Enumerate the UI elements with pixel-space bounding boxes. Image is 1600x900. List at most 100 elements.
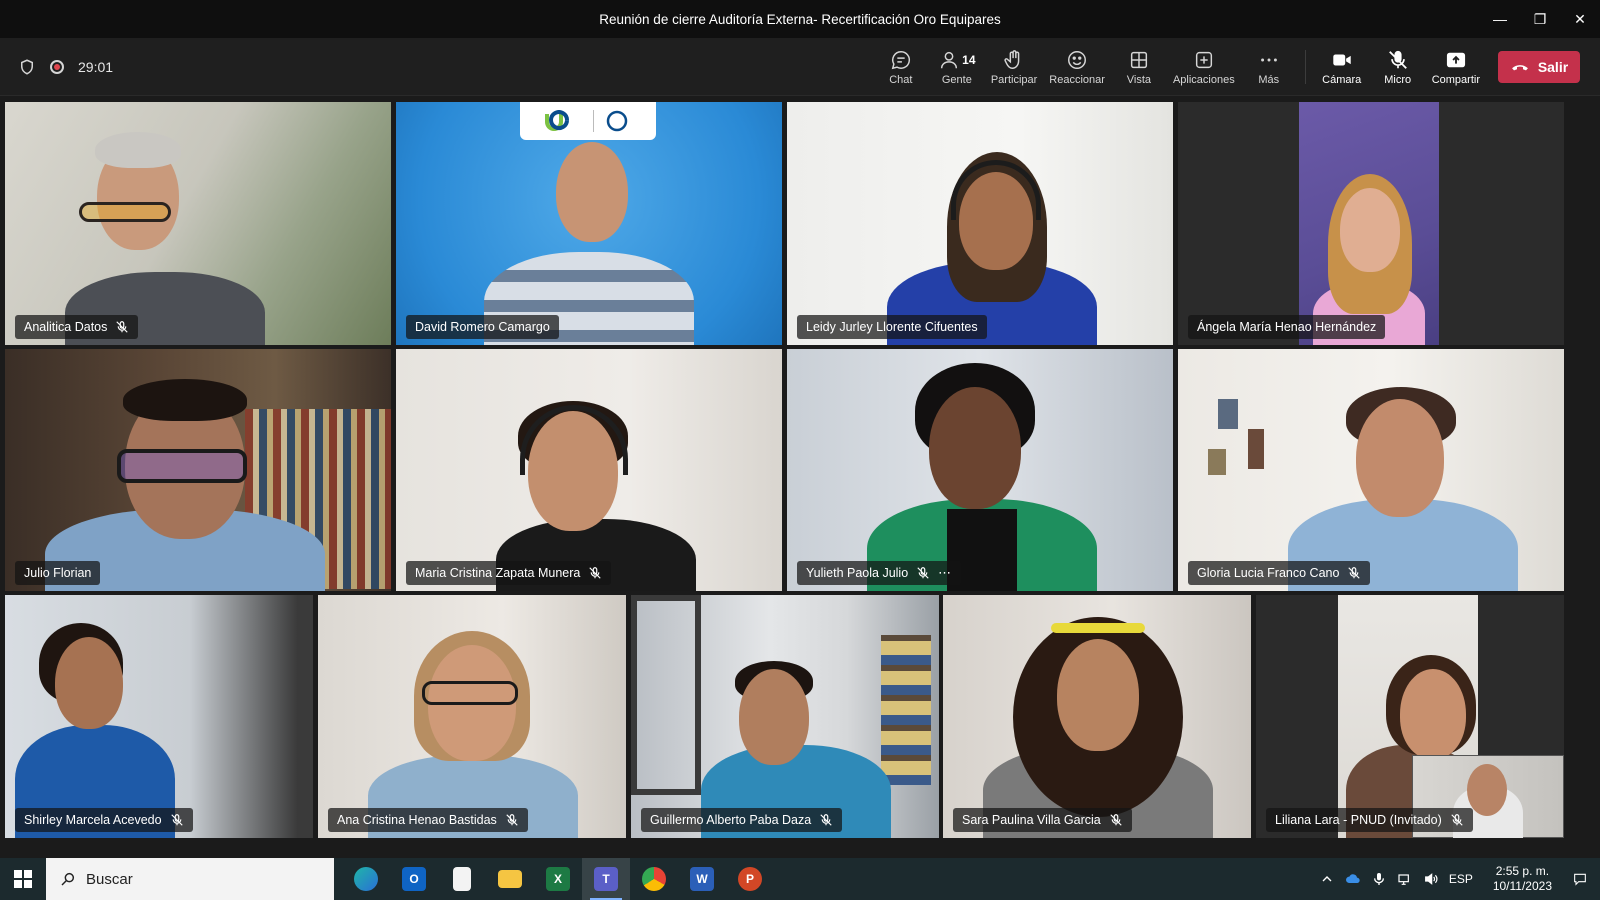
chat-icon — [891, 50, 910, 69]
taskbar-app-excel[interactable]: X — [534, 858, 582, 900]
folder-icon — [498, 870, 522, 888]
mic-off-icon — [820, 814, 832, 826]
camera-button[interactable]: Cámara — [1314, 38, 1370, 96]
mic-off-icon — [1110, 814, 1122, 826]
system-tray: ESP 2:55 p. m. 10/11/2023 — [1319, 858, 1600, 900]
video-tile[interactable]: Sara Paulina Villa Garcia — [943, 595, 1251, 838]
leave-button[interactable]: Salir — [1498, 51, 1580, 83]
mic-off-icon — [1451, 814, 1463, 826]
windows-icon — [14, 870, 32, 888]
meeting-timer: 29:01 — [78, 59, 114, 75]
volume-icon[interactable] — [1423, 871, 1439, 887]
powerpoint-icon: P — [738, 867, 762, 891]
mic-off-icon — [1348, 567, 1361, 579]
chevron-up-icon[interactable] — [1319, 871, 1335, 887]
participant-nametag: David Romero Camargo — [406, 315, 559, 339]
video-tile[interactable]: Yulieth Paola Julio ⋯ — [787, 349, 1173, 591]
raise-hand-button[interactable]: Participar — [985, 38, 1043, 96]
university-logo — [520, 102, 656, 140]
word-icon: W — [690, 867, 714, 891]
more-options-icon[interactable]: ⋯ — [938, 565, 952, 581]
share-button[interactable]: Compartir — [1426, 38, 1486, 96]
edge-icon — [354, 867, 378, 891]
taskbar-app-word[interactable]: W — [678, 858, 726, 900]
more-icon — [1260, 58, 1277, 61]
search-icon — [61, 872, 75, 886]
window-titlebar: Reunión de cierre Auditoría Externa- Rec… — [0, 0, 1600, 38]
people-count: 14 — [962, 52, 976, 67]
taskbar-app-powerpoint[interactable]: P — [726, 858, 774, 900]
video-tile[interactable]: Leidy Jurley Llorente Cifuentes — [787, 102, 1173, 345]
outlook-icon: O — [402, 867, 426, 891]
teams-icon: T — [594, 867, 618, 891]
restore-button[interactable]: ❐ — [1520, 0, 1560, 38]
document-icon — [453, 867, 471, 891]
search-placeholder: Buscar — [86, 870, 133, 888]
add-app-icon — [1195, 51, 1212, 68]
participant-nametag: Leidy Jurley Llorente Cifuentes — [797, 315, 987, 339]
mic-off-icon — [917, 567, 929, 579]
minimize-button[interactable]: — — [1480, 0, 1520, 38]
video-grid: Analitica Datos David Romero Camargo Lei… — [0, 100, 1600, 855]
taskbar-app-explorer[interactable] — [486, 858, 534, 900]
video-tile[interactable]: Julio Florian — [5, 349, 391, 591]
video-tile[interactable]: Maria Cristina Zapata Munera — [396, 349, 782, 591]
meeting-toolbar: 29:01 Chat 14 Gente Participar Reacciona… — [0, 38, 1600, 96]
video-tile[interactable]: Analitica Datos — [5, 102, 391, 345]
participant-nametag: Liliana Lara - PNUD (Invitado) — [1266, 808, 1473, 832]
video-tile[interactable]: Shirley Marcela Acevedo — [5, 595, 313, 838]
react-button[interactable]: Reaccionar — [1043, 38, 1111, 96]
taskbar-app-notepad[interactable] — [438, 858, 486, 900]
video-tile[interactable]: Ana Cristina Henao Bastidas — [318, 595, 626, 838]
camera-icon — [1332, 54, 1351, 65]
people-icon — [941, 51, 958, 68]
microphone-icon[interactable] — [1371, 871, 1387, 887]
taskbar-search[interactable]: Buscar — [46, 858, 334, 900]
video-tile[interactable]: Gloria Lucia Franco Cano — [1178, 349, 1564, 591]
clock-date: 10/11/2023 — [1492, 879, 1552, 893]
taskbar-app-chrome[interactable] — [630, 858, 678, 900]
chat-button[interactable]: Chat — [873, 38, 929, 96]
taskbar-app-teams[interactable]: T — [582, 858, 630, 900]
input-language[interactable]: ESP — [1449, 872, 1473, 886]
notifications-icon[interactable] — [1572, 871, 1588, 887]
toolbar-divider — [1304, 50, 1306, 84]
mic-off-icon — [170, 814, 183, 826]
apps-button[interactable]: Aplicaciones — [1167, 38, 1241, 96]
participant-nametag: Julio Florian — [15, 561, 101, 585]
window-controls: — ❐ ✕ — [1480, 0, 1600, 38]
layout-icon — [1130, 51, 1148, 68]
participant-nametag: Sara Paulina Villa Garcia — [953, 808, 1132, 832]
taskbar-app-outlook[interactable]: O — [390, 858, 438, 900]
taskbar-app-edge[interactable] — [342, 858, 390, 900]
participant-nametag: Guillermo Alberto Paba Daza — [641, 808, 843, 832]
network-icon[interactable] — [1397, 871, 1413, 887]
participant-nametag: Shirley Marcela Acevedo — [15, 808, 193, 832]
mic-off-icon — [506, 814, 518, 826]
close-button[interactable]: ✕ — [1560, 0, 1600, 38]
smiley-icon — [1068, 50, 1087, 69]
taskbar: Buscar O X T W P ESP 2:55 p. m. 10/11/20… — [0, 858, 1600, 900]
start-button[interactable] — [0, 858, 46, 900]
video-tile[interactable]: Liliana Lara - PNUD (Invitado) — [1256, 595, 1564, 838]
share-screen-icon — [1446, 52, 1465, 67]
recording-icon — [50, 60, 64, 74]
participant-nametag: Ana Cristina Henao Bastidas — [328, 808, 528, 832]
clock[interactable]: 2:55 p. m. 10/11/2023 — [1493, 864, 1552, 894]
more-button[interactable]: Más — [1241, 38, 1297, 96]
participant-nametag: Yulieth Paola Julio ⋯ — [797, 561, 962, 585]
people-button[interactable]: 14 Gente — [929, 38, 985, 96]
video-tile[interactable]: Ángela María Henao Hernández — [1178, 102, 1564, 345]
shield-icon[interactable] — [18, 58, 36, 76]
mic-off-icon — [116, 321, 129, 333]
mic-off-icon — [589, 567, 602, 579]
meeting-title: Reunión de cierre Auditoría Externa- Rec… — [599, 11, 1001, 27]
video-tile[interactable]: David Romero Camargo — [396, 102, 782, 345]
mic-button[interactable]: Micro — [1370, 38, 1426, 96]
onedrive-icon[interactable] — [1345, 871, 1361, 887]
participant-nametag: Ángela María Henao Hernández — [1188, 315, 1386, 339]
video-tile[interactable]: Guillermo Alberto Paba Daza — [631, 595, 939, 838]
mic-off-icon — [1388, 50, 1407, 69]
participant-nametag: Analitica Datos — [15, 315, 139, 339]
view-button[interactable]: Vista — [1111, 38, 1167, 96]
